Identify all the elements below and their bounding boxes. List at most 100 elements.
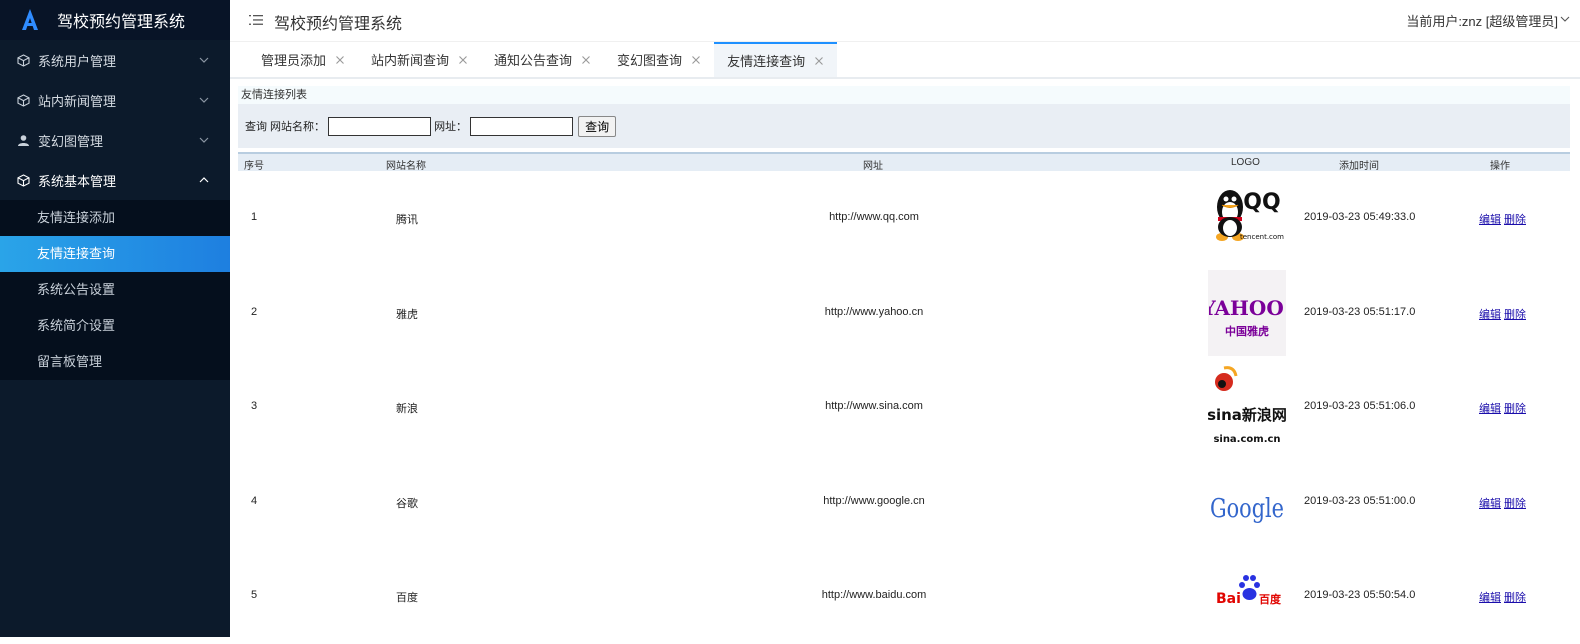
qq-logo: QQ tencent.com (1208, 175, 1286, 261)
top-header: 驾校预约管理系统 当前用户:znz [超级管理员] (230, 0, 1580, 42)
chevron-down-icon (199, 97, 209, 103)
site-url-input[interactable] (470, 116, 574, 136)
sidebar: 驾校预约管理系统 系统用户管理 站内新闻管理 变幻图管理 系统基本管理 友情连接… (0, 0, 230, 637)
cell-no: 4 (251, 494, 258, 507)
page-title: 驾校预约管理系统 (274, 16, 403, 33)
delete-link[interactable]: 删除 (1504, 214, 1526, 226)
col-header-time: 添加时间 (1339, 161, 1379, 172)
cell-actions: 编辑 删除 (1479, 400, 1529, 416)
cell-name: 腾讯 (396, 214, 418, 226)
sidebar-item-notice-settings[interactable]: 系统公告设置 (0, 272, 230, 308)
menu-group-slideshow[interactable]: 变幻图管理 (0, 120, 230, 160)
cell-name: 雅虎 (396, 308, 418, 321)
tab-notice-query[interactable]: 通知公告查询 (481, 42, 604, 77)
cell-url: http://www.baidu.com (821, 589, 927, 601)
cell-no: 5 (251, 589, 258, 601)
cell-actions: 编辑 删除 (1479, 495, 1529, 511)
tab-label: 友情连接查询 (727, 54, 806, 69)
cell-time: 2019-03-23 05:51:00.0 (1304, 494, 1416, 507)
main-content: 友情连接列表 查询 网站名称： 网址： 查询 序号 网站名称 网址 LOGO 添… (238, 86, 1570, 644)
cell-time: 2019-03-23 05:49:33.0 (1304, 211, 1416, 223)
close-icon[interactable] (581, 55, 591, 65)
cell-no: 1 (251, 211, 258, 223)
baidu-logo-text: Bai (1216, 591, 1241, 607)
cell-no: 2 (251, 305, 258, 318)
menu-group-label: 系统基本管理 (38, 173, 117, 189)
delete-link[interactable]: 删除 (1504, 592, 1526, 604)
edit-link[interactable]: 编辑 (1479, 403, 1501, 415)
menu-group-label: 变幻图管理 (38, 133, 104, 149)
chevron-up-icon (199, 177, 209, 183)
col-header-logo: LOGO (1231, 157, 1260, 168)
user-icon (16, 133, 30, 147)
cell-actions: 编辑 删除 (1479, 306, 1529, 322)
edit-link[interactable]: 编辑 (1479, 214, 1501, 226)
cell-actions: 编辑 删除 (1479, 211, 1529, 227)
col-header-url: 网址 (863, 161, 883, 172)
tab-label: 通知公告查询 (494, 53, 573, 68)
cell-name: 谷歌 (396, 497, 418, 510)
menu-group-label: 站内新闻管理 (38, 93, 117, 109)
close-icon[interactable] (458, 55, 468, 65)
yahoo-logo: YAHOO! 中国雅虎 (1208, 269, 1286, 356)
brand-bar: 驾校预约管理系统 (0, 0, 230, 40)
edit-link[interactable]: 编辑 (1479, 309, 1501, 321)
close-icon[interactable] (691, 55, 701, 65)
google-logo-text: Google (1210, 494, 1284, 524)
close-icon[interactable] (335, 55, 345, 65)
sina-logo-text: sina新浪网 (1208, 406, 1286, 424)
cell-url: http://www.google.cn (823, 494, 925, 507)
delete-link[interactable]: 删除 (1504, 403, 1526, 415)
menu-group-system-basic[interactable]: 系统基本管理 (0, 160, 230, 200)
tab-bar: 管理员添加 站内新闻查询 通知公告查询 变幻图查询 友情连接查询 (230, 42, 1580, 79)
sidebar-item-message-board[interactable]: 留言板管理 (0, 344, 230, 380)
cube-icon (16, 93, 30, 107)
tab-label: 管理员添加 (261, 53, 327, 68)
table-row: 2 雅虎 http://www.yahoo.cn YAHOO! 中国雅虎 201… (238, 266, 1570, 361)
delete-link[interactable]: 删除 (1504, 498, 1526, 510)
tab-slideshow-query[interactable]: 变幻图查询 (604, 42, 714, 77)
tab-link-query[interactable]: 友情连接查询 (714, 42, 838, 77)
brand-title: 驾校预约管理系统 (57, 14, 186, 31)
tab-news-query[interactable]: 站内新闻查询 (358, 42, 481, 77)
tab-label: 站内新闻查询 (371, 53, 450, 68)
sidebar-item-link-add[interactable]: 友情连接添加 (0, 200, 230, 236)
cube-icon (16, 173, 30, 187)
cell-name: 百度 (396, 592, 418, 604)
site-name-input[interactable] (328, 116, 432, 136)
qq-logo-text: QQ (1243, 190, 1280, 215)
cube-icon (16, 53, 30, 67)
cell-url: http://www.qq.com (829, 211, 919, 223)
menu-toggle-icon[interactable] (248, 12, 264, 28)
delete-link[interactable]: 删除 (1504, 309, 1526, 321)
tab-admin-add[interactable]: 管理员添加 (248, 42, 358, 77)
col-header-op: 操作 (1490, 161, 1510, 172)
menu-group-system-users[interactable]: 系统用户管理 (0, 40, 230, 80)
search-bar: 查询 网站名称： 网址： 查询 (238, 104, 1570, 148)
table-row: 3 新浪 http://www.sina.com sina新浪网 sina.co… (238, 360, 1570, 455)
yahoo-logo-subtext: 中国雅虎 (1225, 324, 1269, 338)
cell-url: http://www.yahoo.cn (824, 305, 924, 318)
table-row: 5 百度 http://www.baidu.com Bai 百度 2019-03… (238, 549, 1570, 644)
panel-title: 友情连接列表 (238, 86, 1570, 104)
chevron-down-icon (199, 137, 209, 143)
menu-group-label: 系统用户管理 (38, 53, 117, 69)
edit-link[interactable]: 编辑 (1479, 498, 1501, 510)
table-row: 1 腾讯 http://www.qq.com QQ tencent.com 20… (238, 171, 1570, 266)
sidebar-item-link-query[interactable]: 友情连接查询 (0, 236, 230, 272)
cell-no: 3 (251, 400, 258, 412)
close-icon[interactable] (814, 56, 824, 66)
sidebar-item-intro-settings[interactable]: 系统简介设置 (0, 308, 230, 344)
query-button[interactable]: 查询 (578, 115, 617, 137)
search-url-label: 网址： (434, 121, 468, 133)
current-user-menu[interactable]: 当前用户:znz [超级管理员] (1406, 11, 1558, 30)
col-header-no: 序号 (244, 161, 264, 172)
table-header: 序号 网站名称 网址 LOGO 添加时间 操作 (238, 152, 1570, 172)
baidu-logo: Bai 百度 (1208, 553, 1286, 639)
table-row: 4 谷歌 http://www.google.cn Google 2019-03… (238, 455, 1570, 550)
menu-group-news[interactable]: 站内新闻管理 (0, 80, 230, 120)
edit-link[interactable]: 编辑 (1479, 592, 1501, 604)
qq-logo-subtext: tencent.com (1240, 233, 1284, 241)
google-logo: Google (1208, 459, 1286, 545)
baidu-logo-subtext: 百度 (1259, 592, 1282, 606)
